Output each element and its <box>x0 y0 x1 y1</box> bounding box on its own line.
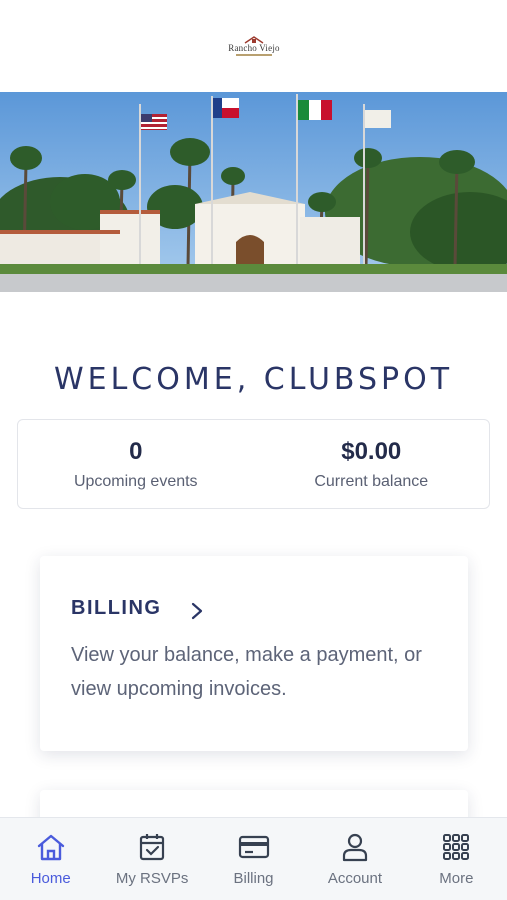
header: Rancho Viejo <box>0 0 507 92</box>
upcoming-events-count: 0 <box>129 438 143 465</box>
tab-account-label: Account <box>327 870 383 887</box>
stats-summary: 0 Upcoming events $0.00 Current balance <box>17 419 490 509</box>
upcoming-events-label: Upcoming events <box>73 473 198 490</box>
tab-account[interactable]: Account <box>304 818 405 900</box>
tab-billing[interactable]: Billing <box>203 818 304 900</box>
credit-card-icon <box>238 835 269 859</box>
bottom-tab-bar: Home My RSVPs Billing Account More <box>0 817 507 900</box>
grid-dots-icon <box>443 834 470 860</box>
logo-underline <box>236 54 272 56</box>
tab-billing-label: Billing <box>233 870 274 887</box>
current-balance-amount: $0.00 <box>341 438 402 465</box>
chevron-right-icon <box>191 602 203 620</box>
upcoming-events-stat[interactable]: 0 Upcoming events <box>18 420 254 508</box>
user-icon <box>342 833 368 862</box>
calendar-check-icon <box>140 834 165 861</box>
home-icon <box>37 834 64 861</box>
billing-card[interactable]: BILLING View your balance, make a paymen… <box>40 556 468 751</box>
logo-wordmark: Rancho Viejo <box>228 43 280 53</box>
club-logo: Rancho Viejo <box>222 36 286 58</box>
billing-card-title: BILLING <box>71 597 162 619</box>
current-balance-stat[interactable]: $0.00 Current balance <box>254 420 490 508</box>
tab-more[interactable]: More <box>406 818 507 900</box>
tab-home[interactable]: Home <box>0 818 101 900</box>
tab-my-rsvps-label: My RSVPs <box>115 870 189 887</box>
welcome-heading: WELCOME, CLUBSPOT <box>53 362 454 397</box>
hero-image <box>0 92 507 292</box>
tab-more-label: More <box>439 870 474 887</box>
tab-my-rsvps[interactable]: My RSVPs <box>101 818 202 900</box>
billing-card-description: View your balance, make a payment, or vi… <box>71 644 422 700</box>
current-balance-label: Current balance <box>314 473 429 490</box>
tab-home-label: Home <box>30 870 71 887</box>
